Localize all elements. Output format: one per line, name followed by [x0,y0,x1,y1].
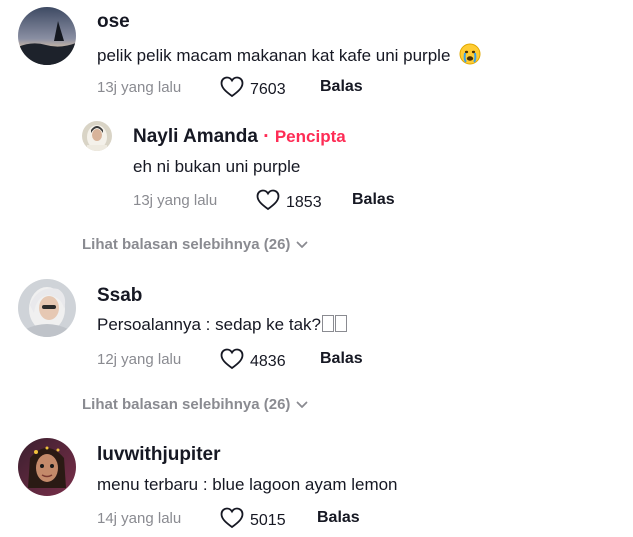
like-button[interactable]: 7603 [220,76,286,103]
chevron-down-icon [296,236,308,253]
reply-button[interactable]: Balas [352,191,395,209]
reply-text: eh ni bukan uni purple [133,157,301,176]
like-count: 4836 [250,352,286,370]
comment-text: pelik pelik macam makanan kat kafe uni p… [97,43,481,70]
view-more-replies[interactable]: Lihat balasan selebihnya (26) [82,396,308,413]
like-button[interactable]: 5015 [220,507,286,534]
comment-username[interactable]: luvwithjupiter [97,444,221,466]
reply-time: 13j yang lalu [133,192,218,209]
comment-text: Persoalannya : sedap ke tak? [97,315,347,335]
heart-icon [220,76,244,103]
comment-time: 12j yang lalu [97,351,182,368]
reply-button[interactable]: Balas [320,350,363,368]
heart-icon [256,189,280,216]
comment-text: menu terbaru : blue lagoon ayam lemon [97,475,398,494]
like-count: 5015 [250,511,286,529]
comment-time: 14j yang lalu [97,510,182,527]
comment-username[interactable]: ose [97,11,130,33]
missing-glyph-icon [321,315,334,332]
avatar[interactable] [18,438,76,496]
comment-username[interactable]: Ssab [97,285,142,307]
creator-badge: Pencipta [274,127,346,146]
missing-glyph-icon [334,315,347,332]
avatar[interactable] [82,121,112,151]
reply-button[interactable]: Balas [320,78,363,96]
like-count: 7603 [250,80,286,98]
crying-face-emoji-icon [459,43,481,70]
reply-button[interactable]: Balas [317,509,360,527]
heart-icon [220,507,244,534]
heart-icon [220,348,244,375]
chevron-down-icon [296,396,308,413]
more-replies-label: Lihat balasan selebihnya (26) [82,396,291,413]
comment-time: 13j yang lalu [97,79,182,96]
more-replies-label: Lihat balasan selebihnya (26) [82,236,291,253]
separator-dot: · [263,126,270,147]
avatar[interactable] [18,279,76,337]
like-count: 1853 [286,193,322,211]
reply-username-line: Nayli Amanda · Pencipta [133,126,346,148]
like-button[interactable]: 4836 [220,348,286,375]
avatar[interactable] [18,7,76,65]
reply-username[interactable]: Nayli Amanda [133,126,258,147]
view-more-replies[interactable]: Lihat balasan selebihnya (26) [82,236,308,253]
like-button[interactable]: 1853 [256,189,322,216]
